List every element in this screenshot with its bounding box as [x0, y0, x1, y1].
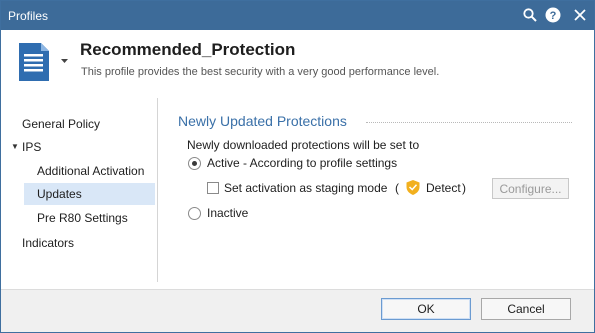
dialog-footer: OK Cancel [1, 289, 594, 332]
close-paren: ) [462, 181, 466, 195]
profile-menu-dropdown[interactable] [57, 54, 71, 68]
sidebar-item-updates[interactable]: Updates [24, 183, 155, 205]
profiles-dialog: Profiles ? Recommended_Protection This p [0, 0, 595, 333]
close-icon[interactable] [571, 6, 589, 24]
sidebar-item-label: IPS [22, 140, 42, 154]
ok-button[interactable]: OK [381, 298, 471, 320]
staging-mode-label[interactable]: Set activation as staging mode [224, 181, 387, 195]
sidebar-item-ips[interactable]: ▼ IPS [9, 136, 155, 158]
sidebar-nav: General Policy ▼ IPS Additional Activati… [9, 96, 155, 280]
section-title: Newly Updated Protections [178, 113, 347, 129]
sidebar-item-label: General Policy [22, 117, 101, 131]
inactive-radio[interactable] [188, 207, 201, 220]
profile-header: Recommended_Protection This profile prov… [1, 30, 594, 91]
sidebar-divider [157, 98, 158, 282]
title-bar: Profiles ? [1, 1, 594, 30]
sidebar-item-indicators[interactable]: Indicators [9, 232, 155, 254]
sidebar-item-label: Pre R80 Settings [37, 211, 128, 225]
svg-text:?: ? [550, 10, 557, 22]
sidebar-item-label: Additional Activation [37, 164, 145, 178]
active-radio[interactable] [188, 157, 201, 170]
updates-panel: Newly Updated Protections Newly download… [178, 91, 583, 289]
expand-caret-icon[interactable]: ▼ [11, 136, 19, 158]
profile-name: Recommended_Protection [80, 40, 296, 59]
active-radio-label[interactable]: Active - According to profile settings [207, 156, 397, 170]
document-icon [16, 42, 52, 82]
dialog-body: General Policy ▼ IPS Additional Activati… [1, 91, 594, 289]
help-icon[interactable]: ? [544, 6, 562, 24]
sidebar-item-pre-r80-settings[interactable]: Pre R80 Settings [9, 207, 155, 229]
sidebar-item-general-policy[interactable]: General Policy [9, 113, 155, 135]
profile-description: This profile provides the best security … [81, 66, 440, 78]
shield-icon [406, 180, 420, 195]
search-icon[interactable] [521, 6, 539, 24]
detect-label: Detect [426, 181, 461, 195]
sidebar-item-label: Updates [37, 187, 82, 201]
section-rule [366, 122, 572, 123]
window-title: Profiles [8, 9, 49, 23]
cancel-button[interactable]: Cancel [481, 298, 571, 320]
sidebar-item-additional-activation[interactable]: Additional Activation [9, 160, 155, 182]
staging-mode-checkbox[interactable] [207, 182, 219, 194]
inactive-radio-label[interactable]: Inactive [207, 206, 248, 220]
open-paren: ( [395, 181, 399, 195]
intro-text: Newly downloaded protections will be set… [187, 138, 420, 152]
sidebar-item-label: Indicators [22, 236, 75, 250]
configure-button[interactable]: Configure... [492, 178, 569, 199]
